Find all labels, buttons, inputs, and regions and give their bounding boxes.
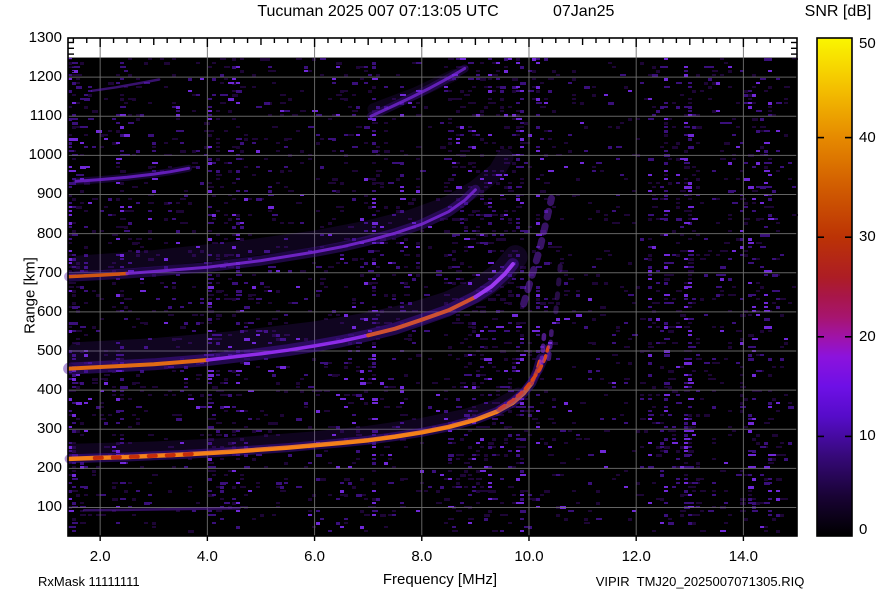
x-tick-label: 8.0 — [411, 548, 433, 565]
y-tick-label: 500 — [36, 341, 62, 359]
y-tick-label: 900 — [36, 185, 62, 203]
y-axis-label: Range [km] — [21, 257, 39, 334]
colorbar-tick-label: 30 — [859, 228, 876, 246]
y-tick-label: 400 — [36, 381, 62, 399]
x-tick-label: 10.0 — [514, 548, 544, 565]
x-tick-label: 4.0 — [196, 548, 218, 565]
y-tick-label: 300 — [36, 420, 62, 438]
y-tick-label: 100 — [36, 498, 62, 516]
x-tick-label: 6.0 — [304, 548, 325, 565]
y-tick-label: 1100 — [29, 107, 62, 125]
page-title: Tucuman 2025 007 07:13:05 UTC — [257, 3, 499, 20]
colorbar-title: SNR [dB] — [804, 3, 872, 20]
x-tick-label: 12.0 — [621, 548, 651, 565]
y-tick-label: 1300 — [28, 29, 62, 46]
F2-cusp-top-spread-O — [539, 333, 547, 365]
filename-text: VIPIR TMJ20_2025007071305.RIQ — [595, 574, 805, 589]
title-date: 07Jan25 — [553, 3, 615, 20]
x-axis-label: Frequency [MHz] — [382, 571, 498, 588]
colorbar-tick-label: 0 — [859, 521, 868, 538]
colorbar-tick-label: 50 — [859, 35, 876, 52]
y-tick-label: 800 — [36, 224, 62, 242]
colorbar-tick-label: 40 — [859, 128, 876, 146]
y-tick-label: 600 — [36, 302, 62, 320]
y-tick-label: 700 — [36, 263, 62, 281]
snr-colorbar — [817, 38, 852, 536]
y-tick-label: 1200 — [28, 68, 62, 86]
x-tick-label: 14.0 — [728, 548, 758, 565]
colorbar-tick-label: 20 — [859, 327, 876, 345]
x-tick-label: 2.0 — [89, 548, 111, 565]
ionogram-plot — [63, 37, 853, 541]
colorbar-tick-label: 10 — [859, 427, 876, 445]
ionogram-figure: Tucuman 2025 007 07:13:05 UTC 07Jan25 SN… — [0, 0, 884, 595]
rxmask-text: RxMask 11111111 — [38, 574, 140, 589]
y-tick-label: 1000 — [28, 146, 62, 164]
y-tick-label: 200 — [36, 459, 62, 477]
F2-cusp-top-spread-X — [546, 329, 554, 362]
